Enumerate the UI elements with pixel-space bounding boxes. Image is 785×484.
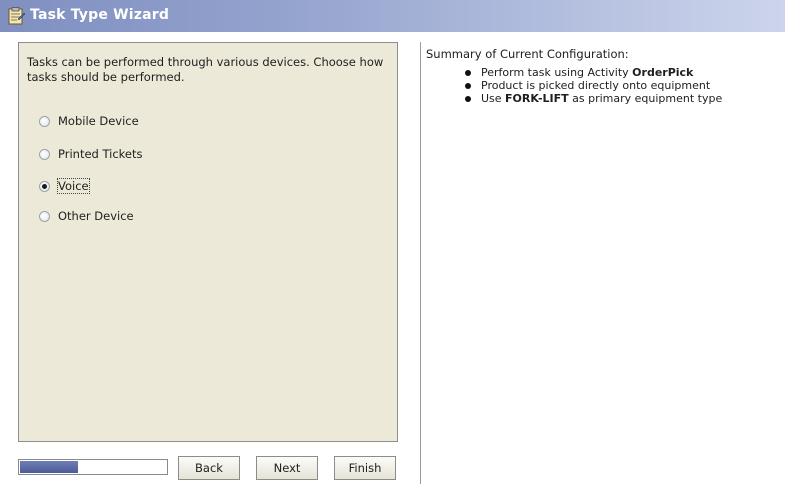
summary-item-suffix: as primary equipment type — [568, 92, 723, 105]
title-bar: Task Type Wizard — [0, 0, 785, 32]
radio-label-voice[interactable]: Voice — [57, 178, 90, 194]
radio-label-printed-tickets[interactable]: Printed Tickets — [58, 147, 143, 161]
window-title: Task Type Wizard — [30, 7, 170, 23]
summary-item-equipment: Use FORK-LIFT as primary equipment type — [465, 92, 722, 105]
back-button[interactable]: Back — [178, 456, 240, 480]
radio-option-voice[interactable]: Voice — [39, 177, 90, 195]
summary-item-prefix: Product is picked directly onto equipmen… — [481, 79, 711, 92]
radio-button-other-device[interactable] — [39, 210, 50, 222]
radio-button-printed-tickets[interactable] — [39, 148, 50, 160]
configuration-summary-panel: Summary of Current Configuration: Perfor… — [420, 42, 785, 484]
radio-button-mobile-device[interactable] — [39, 115, 50, 127]
bullet-icon — [465, 69, 471, 76]
radio-option-mobile-device[interactable]: Mobile Device — [39, 112, 139, 130]
summary-item-prefix: Perform task using Activity — [481, 66, 633, 79]
radio-label-mobile-device[interactable]: Mobile Device — [58, 114, 139, 128]
radio-option-other-device[interactable]: Other Device — [39, 207, 134, 225]
radio-button-voice[interactable] — [39, 180, 50, 192]
radio-label-other-device[interactable]: Other Device — [58, 209, 134, 223]
summary-item-activity: Perform task using Activity OrderPick — [465, 66, 722, 79]
summary-item-prefix: Use — [481, 92, 506, 105]
device-selection-panel: Tasks can be performed through various d… — [18, 42, 398, 442]
summary-item-highlight: OrderPick — [632, 66, 694, 79]
summary-item-text: Perform task using Activity OrderPick — [481, 66, 693, 79]
summary-item-pick-method: Product is picked directly onto equipmen… — [465, 79, 722, 92]
progress-fill — [20, 461, 78, 473]
radio-option-printed-tickets[interactable]: Printed Tickets — [39, 145, 143, 163]
wizard-navigation-bar: Back Next Finish — [18, 456, 398, 482]
summary-item-text: Product is picked directly onto equipmen… — [481, 79, 710, 92]
wizard-clipboard-icon — [6, 6, 26, 26]
bullet-icon — [465, 82, 471, 89]
summary-title: Summary of Current Configuration: — [426, 47, 629, 61]
wizard-progress-bar — [18, 459, 168, 475]
next-button[interactable]: Next — [256, 456, 318, 480]
bullet-icon — [465, 95, 471, 102]
summary-list: Perform task using Activity OrderPick Pr… — [465, 66, 722, 105]
summary-item-text: Use FORK-LIFT as primary equipment type — [481, 92, 722, 105]
finish-button[interactable]: Finish — [334, 456, 396, 480]
summary-item-highlight: FORK-LIFT — [505, 92, 569, 105]
instructions-text: Tasks can be performed through various d… — [27, 55, 384, 84]
